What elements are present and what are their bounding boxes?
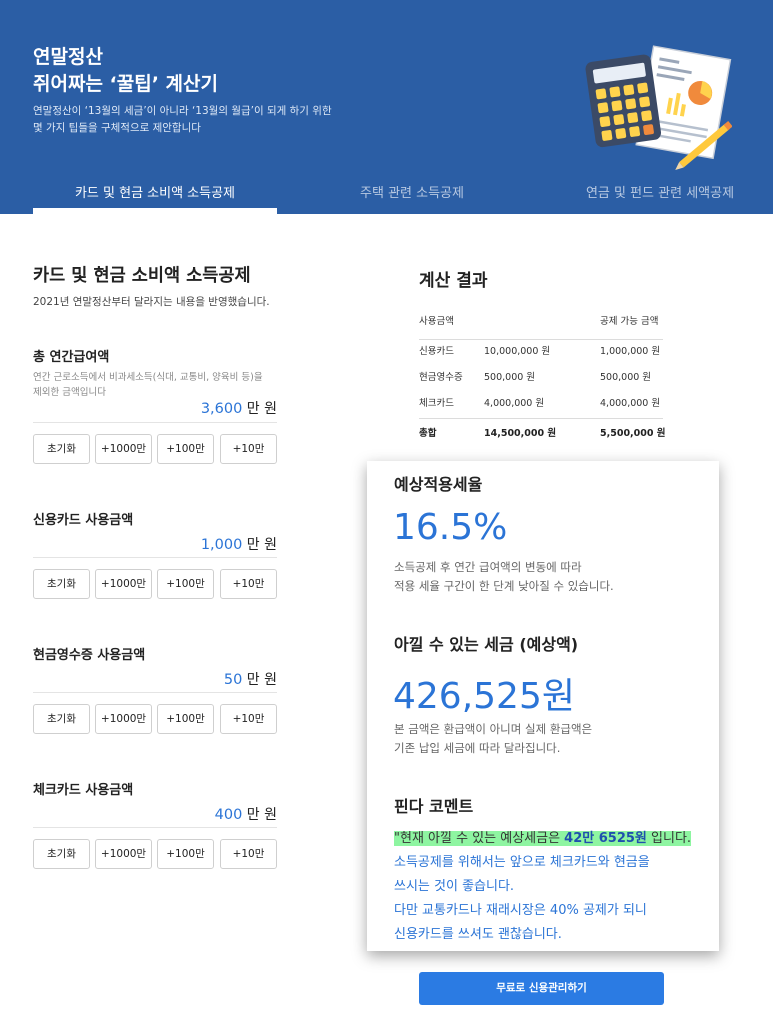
comment-line5: 신용카드를 쓰셔도 괜찮습니다. (394, 927, 562, 942)
annual-salary-label: 총 연간급여액 (33, 350, 110, 365)
annual-salary-input[interactable]: 3,600 만 원 (33, 398, 277, 418)
credit-card-unit: 만 원 (246, 537, 277, 553)
total-used: 14,500,000 원 (484, 428, 557, 439)
check-card-add-100-button[interactable]: +100만 (157, 839, 214, 869)
savings-value: 426,525원 (393, 676, 575, 717)
comment-highlight: "현재 아낄 수 있는 예상세금은 42만 6525원 입니다. (394, 831, 692, 846)
comment-highlight-pre: "현재 아낄 수 있는 예상세금은 (394, 831, 565, 846)
rate-title: 예상적용세율 (394, 475, 483, 494)
annual-salary-unit: 만 원 (246, 401, 277, 417)
result-total-divider (419, 418, 663, 419)
savings-description: 본 금액은 환급액이 아니며 실제 환급액은 기존 납입 세금에 따라 달라집니… (394, 720, 694, 758)
estimate-card: 예상적용세율 16.5% 소득공제 후 연간 급여액의 변동에 따라 적용 세율… (367, 461, 719, 951)
result-title: 계산 결과 (419, 271, 488, 291)
page-description-line1: 연말정산이 ‘13월의 세금’이 아니라 ‘13월의 월급’이 되게 하기 위한 (33, 105, 332, 117)
check-card-value: 400 (214, 807, 243, 823)
comment-title: 핀다 코멘트 (394, 797, 474, 816)
cash-receipt-button-row: 초기화 +1000만 +100만 +10만 (33, 704, 277, 734)
check-card-reset-button[interactable]: 초기화 (33, 839, 90, 869)
result-header-deductible: 공제 가능 금액 (600, 316, 659, 327)
cash-receipt-add-100-button[interactable]: +100만 (157, 704, 214, 734)
credit-card-add-100-button[interactable]: +100만 (157, 569, 214, 599)
comment-body: "현재 아낄 수 있는 예상세금은 42만 6525원 입니다. 소득공제를 위… (394, 827, 714, 947)
comment-line4: 다만 교통카드나 재래시장은 40% 공제가 되니 (394, 903, 647, 918)
comment-line3: 쓰시는 것이 좋습니다. (394, 879, 515, 894)
comment-highlight-post: 입니다. (646, 831, 692, 846)
rate-description-line2: 적용 세율 구간이 한 단계 낮아질 수 있습니다. (394, 579, 614, 593)
credit-card-button-row: 초기화 +1000만 +100만 +10만 (33, 569, 277, 599)
page-title: 연말정산 쥐어짜는 ‘꿀팁’ 계산기 (33, 44, 218, 98)
table-row: 체크카드 4,000,000 원 4,000,000 원 (419, 392, 663, 416)
check-card-button-row: 초기화 +1000만 +100만 +10만 (33, 839, 277, 869)
annual-salary-underline (33, 422, 277, 423)
check-card-label: 체크카드 사용금액 (33, 783, 134, 798)
cash-receipt-unit: 만 원 (246, 672, 277, 688)
annual-salary-help: 연간 근로소득에서 비과세소득(식대, 교통비, 양육비 등)을 제외한 금액입… (33, 370, 273, 400)
row-name: 체크카드 (419, 398, 454, 409)
row-used: 4,000,000 원 (484, 398, 545, 409)
row-used: 500,000 원 (484, 372, 536, 383)
row-deductible: 500,000 원 (600, 372, 652, 383)
cash-receipt-label: 현금영수증 사용금액 (33, 648, 146, 663)
tab-pension-fund-credit[interactable]: 연금 및 펀드 관련 세액공제 (547, 180, 773, 214)
cash-receipt-input[interactable]: 50 만 원 (33, 669, 277, 689)
free-credit-management-button[interactable]: 무료로 신용관리하기 (419, 972, 664, 1005)
check-card-input[interactable]: 400 만 원 (33, 804, 277, 824)
calculator-document-pencil-illustration (585, 45, 732, 170)
check-card-unit: 만 원 (246, 807, 277, 823)
cash-receipt-add-1000-button[interactable]: +1000만 (95, 704, 152, 734)
credit-card-value: 1,000 (200, 537, 243, 553)
check-card-underline (33, 827, 277, 828)
annual-salary-value: 3,600 (200, 401, 243, 417)
page-title-line2: 쥐어짜는 ‘꿀팁’ 계산기 (33, 73, 218, 95)
credit-card-input[interactable]: 1,000 만 원 (33, 534, 277, 554)
rate-description-line1: 소득공제 후 연간 급여액의 변동에 따라 (394, 560, 582, 574)
form-section-title: 카드 및 현금 소비액 소득공제 (33, 266, 251, 286)
annual-salary-help-line1: 연간 근로소득에서 비과세소득(식대, 교통비, 양육비 등)을 (33, 372, 263, 383)
tab-housing-deduction[interactable]: 주택 관련 소득공제 (290, 180, 534, 214)
cash-receipt-value: 50 (223, 672, 243, 688)
comment-highlight-amount: 42만 6525원 (564, 831, 647, 846)
credit-card-add-10-button[interactable]: +10만 (220, 569, 277, 599)
credit-card-underline (33, 557, 277, 558)
page-description-line2: 몇 가지 팁들을 구체적으로 제안합니다 (33, 122, 201, 134)
total-deductible: 5,500,000 원 (600, 428, 666, 439)
annual-salary-reset-button[interactable]: 초기화 (33, 434, 90, 464)
credit-card-add-1000-button[interactable]: +1000만 (95, 569, 152, 599)
row-name: 신용카드 (419, 346, 454, 357)
check-card-add-10-button[interactable]: +10만 (220, 839, 277, 869)
row-used: 10,000,000 원 (484, 346, 551, 357)
table-row-total: 총합 14,500,000 원 5,500,000 원 (419, 422, 666, 446)
rate-value: 16.5% (393, 507, 508, 548)
rate-description: 소득공제 후 연간 급여액의 변동에 따라 적용 세율 구간이 한 단계 낮아질… (394, 558, 694, 596)
cash-receipt-underline (33, 692, 277, 693)
table-row: 현금영수증 500,000 원 500,000 원 (419, 366, 663, 390)
comment-line2: 소득공제를 위해서는 앞으로 체크카드와 현금을 (394, 855, 650, 870)
credit-card-label: 신용카드 사용금액 (33, 513, 134, 528)
total-name: 총합 (419, 428, 437, 439)
form-section-subtitle: 2021년 연말정산부터 달라지는 내용을 반영했습니다. (33, 296, 270, 308)
page-title-line1: 연말정산 (33, 46, 103, 68)
credit-card-reset-button[interactable]: 초기화 (33, 569, 90, 599)
cash-receipt-add-10-button[interactable]: +10만 (220, 704, 277, 734)
savings-description-line2: 기존 납입 세금에 따라 달라집니다. (394, 741, 561, 755)
result-header-used: 사용금액 (419, 316, 454, 327)
active-tab-indicator (33, 208, 277, 214)
annual-salary-button-row: 초기화 +1000만 +100만 +10만 (33, 434, 277, 464)
check-card-add-1000-button[interactable]: +1000만 (95, 839, 152, 869)
row-deductible: 1,000,000 원 (600, 346, 661, 357)
savings-title: 아낄 수 있는 세금 (예상액) (394, 635, 579, 654)
cash-receipt-reset-button[interactable]: 초기화 (33, 704, 90, 734)
result-table-header: 사용금액 공제 가능 금액 (419, 310, 663, 334)
annual-salary-add-100-button[interactable]: +100만 (157, 434, 214, 464)
row-deductible: 4,000,000 원 (600, 398, 661, 409)
annual-salary-add-1000-button[interactable]: +1000만 (95, 434, 152, 464)
row-name: 현금영수증 (419, 372, 463, 383)
savings-description-line1: 본 금액은 환급액이 아니며 실제 환급액은 (394, 722, 593, 736)
table-row: 신용카드 10,000,000 원 1,000,000 원 (419, 340, 663, 364)
annual-salary-add-10-button[interactable]: +10만 (220, 434, 277, 464)
page-description: 연말정산이 ‘13월의 세금’이 아니라 ‘13월의 월급’이 되게 하기 위한… (33, 103, 332, 137)
